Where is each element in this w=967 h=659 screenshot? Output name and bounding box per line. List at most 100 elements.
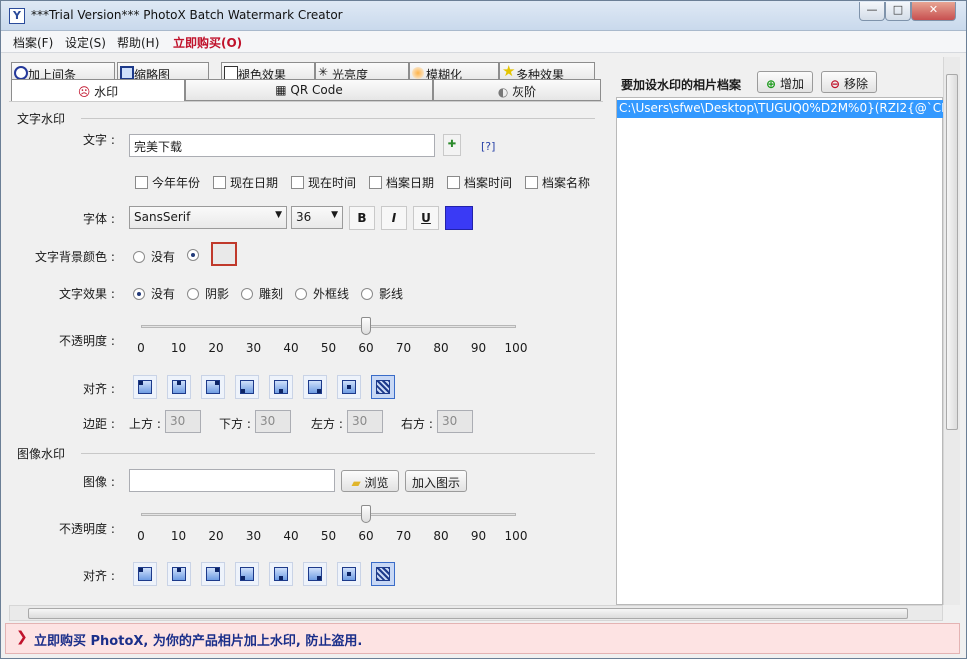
menu-help[interactable]: 帮助(H) — [117, 34, 159, 51]
checkbox[interactable] — [369, 176, 382, 189]
align-button-2[interactable] — [167, 375, 191, 399]
radio-dot[interactable] — [133, 288, 145, 300]
list-item[interactable]: C:\Users\sfwe\Desktop\TUGUQ0%D2M%0}(RZI2… — [617, 100, 944, 118]
image-path-input[interactable] — [129, 469, 335, 492]
align-button-7[interactable] — [337, 375, 361, 399]
align-button-5[interactable] — [269, 375, 293, 399]
bg-none-radio[interactable]: 没有 — [133, 248, 175, 265]
slider-track[interactable] — [141, 325, 516, 328]
radio-dot[interactable] — [295, 288, 307, 300]
text-color-swatch[interactable] — [445, 206, 473, 230]
slider-tick-label: 80 — [433, 341, 449, 355]
radio-dot[interactable] — [187, 288, 199, 300]
align-button-1[interactable] — [133, 375, 157, 399]
tab-grayscale[interactable]: ◐ 灰阶 — [433, 79, 601, 101]
align-button-4[interactable] — [235, 562, 259, 586]
scrollbar-thumb[interactable] — [28, 608, 908, 619]
slider-track[interactable] — [141, 513, 516, 516]
align-button-2[interactable] — [167, 562, 191, 586]
tab-watermark[interactable]: ☹ 水印 — [11, 79, 185, 102]
font-size-select[interactable]: 36 ▼ — [291, 206, 343, 229]
tab-qr-code[interactable]: ▦ QR Code — [185, 79, 433, 101]
radio-label: 外框线 — [313, 287, 350, 301]
radio-dot[interactable] — [187, 249, 199, 261]
help-link[interactable]: [?] — [481, 140, 495, 153]
option-time[interactable]: 现在时间 — [291, 174, 356, 191]
align-button-3[interactable] — [201, 375, 225, 399]
checkbox[interactable] — [447, 176, 460, 189]
checkbox[interactable] — [291, 176, 304, 189]
watermark-text-input[interactable]: 完美下载 — [129, 134, 435, 157]
option-file-name[interactable]: 档案名称 — [525, 174, 590, 191]
align-marker — [177, 568, 181, 572]
slider-thumb[interactable] — [361, 317, 371, 335]
radio-dot[interactable] — [133, 251, 145, 263]
option-file-time[interactable]: 档案时间 — [447, 174, 512, 191]
checkbox[interactable] — [135, 176, 148, 189]
bold-button[interactable]: B — [349, 206, 375, 230]
file-list[interactable]: C:\Users\sfwe\Desktop\TUGUQ0%D2M%0}(RZI2… — [616, 97, 944, 605]
effect-none-radio[interactable]: 没有 — [133, 285, 175, 302]
text-insert-icon[interactable]: ✚ — [443, 134, 461, 156]
align-button-6[interactable] — [303, 375, 327, 399]
minimize-button[interactable]: — — [859, 2, 885, 21]
slider-tick-label: 30 — [245, 529, 262, 543]
align-button-4[interactable] — [235, 375, 259, 399]
checkbox[interactable] — [213, 176, 226, 189]
menu-file[interactable]: 档案(F) — [13, 34, 53, 51]
slider-thumb[interactable] — [361, 505, 371, 523]
bg-color-radio[interactable] — [187, 248, 205, 262]
menu-buy-now[interactable]: 立即购买(O) — [173, 34, 242, 51]
radio-dot[interactable] — [241, 288, 253, 300]
effect-emboss-radio[interactable]: 雕刻 — [241, 285, 283, 302]
image-opacity-label: 不透明度 : — [59, 522, 115, 536]
margin-right-label: 右方 : — [401, 417, 433, 431]
margin-right-input[interactable]: 30 — [437, 410, 473, 433]
align-button-5[interactable] — [269, 562, 293, 586]
slider-tick-label: 40 — [283, 341, 299, 355]
maximize-button[interactable]: □ — [885, 2, 911, 21]
option-year[interactable]: 今年年份 — [135, 174, 200, 191]
margin-top-input[interactable]: 30 — [165, 410, 201, 433]
align-button-7[interactable] — [337, 562, 361, 586]
effect-outline-radio[interactable]: 外框线 — [295, 285, 349, 302]
promo-status-bar[interactable]: ❯ 立即购买 PhotoX, 为你的产品相片加上水印, 防止盗用. — [5, 623, 960, 654]
qr-code-icon: ▦ — [275, 83, 287, 97]
align-button-8[interactable] — [371, 375, 395, 399]
close-button[interactable]: ✕ — [911, 2, 956, 21]
background-color-swatch[interactable] — [211, 242, 237, 266]
align-button-8[interactable] — [371, 562, 395, 586]
radio-dot[interactable] — [361, 288, 373, 300]
effect-shadow-radio[interactable]: 阴影 — [187, 285, 229, 302]
horizontal-scrollbar[interactable] — [9, 605, 943, 621]
effect-hatch-radio[interactable]: 影线 — [361, 285, 403, 302]
align-button-1[interactable] — [133, 562, 157, 586]
slider-tick-label: 20 — [208, 341, 224, 355]
align-button-6[interactable] — [303, 562, 327, 586]
tab-label: QR Code — [290, 83, 343, 97]
slider-tick-label: 60 — [358, 341, 374, 355]
add-icon-button[interactable]: 加入图示 — [405, 470, 467, 492]
option-file-date[interactable]: 档案日期 — [369, 174, 434, 191]
scrollbar-thumb[interactable] — [946, 74, 958, 430]
slider-tick-label: 10 — [170, 341, 187, 355]
align-button-3[interactable] — [201, 562, 225, 586]
font-select[interactable]: SansSerif ▼ — [129, 206, 287, 229]
slider-tick-label: 50 — [320, 341, 337, 355]
checkbox[interactable] — [525, 176, 538, 189]
remove-file-button[interactable]: ⊖ 移除 — [821, 71, 877, 93]
thumbnail-icon — [120, 66, 134, 80]
align-marker — [347, 572, 351, 576]
promo-text[interactable]: 立即购买 PhotoX, 为你的产品相片加上水印, 防止盗用. — [34, 630, 362, 649]
margin-left-input[interactable]: 30 — [347, 410, 383, 433]
margin-bottom-input[interactable]: 30 — [255, 410, 291, 433]
align-icon — [376, 380, 390, 394]
italic-button[interactable]: I — [381, 206, 407, 230]
underline-button[interactable]: U — [413, 206, 439, 230]
option-date[interactable]: 现在日期 — [213, 174, 278, 191]
browse-button[interactable]: ▰ 浏览 — [341, 470, 399, 492]
menu-settings[interactable]: 设定(S) — [65, 34, 106, 51]
vertical-scrollbar[interactable] — [943, 57, 960, 605]
grayscale-icon: ◐ — [497, 85, 509, 99]
add-file-button[interactable]: ⊕ 增加 — [757, 71, 813, 93]
